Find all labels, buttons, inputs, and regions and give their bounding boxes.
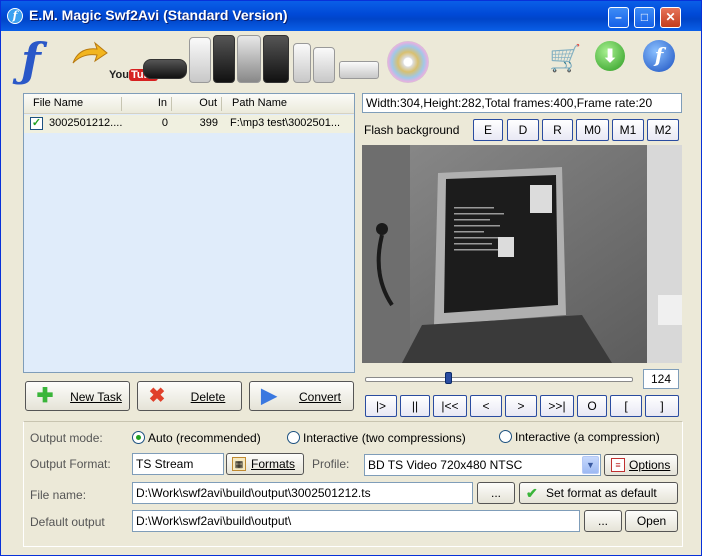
- radio-interactive-one-label[interactable]: Interactive (a compression): [515, 430, 660, 444]
- cart-icon[interactable]: 🛒: [549, 43, 581, 73]
- app-icon[interactable]: f: [7, 8, 23, 24]
- col-path-name[interactable]: Path Name: [224, 97, 354, 111]
- filename-input[interactable]: D:\Work\swf2avi\build\output\3002501212.…: [132, 482, 473, 504]
- app-window: f E.M. Magic Swf2Avi (Standard Version) …: [0, 0, 702, 556]
- flash-background-label: Flash background: [364, 123, 460, 137]
- arrow-icon: [72, 41, 108, 64]
- preview-image: [362, 145, 682, 363]
- options-icon: ≡: [611, 458, 625, 472]
- delete-button[interactable]: ✖ Delete: [137, 381, 242, 411]
- iphone-icon: [213, 35, 235, 83]
- radio-interactive-two[interactable]: [287, 431, 300, 444]
- default-output-browse-button[interactable]: ...: [584, 510, 622, 532]
- col-file-name[interactable]: File Name: [24, 97, 122, 111]
- minimize-button[interactable]: –: [608, 7, 629, 28]
- mark-in-button[interactable]: [: [610, 395, 642, 417]
- music-player-icon: [237, 35, 261, 83]
- set-format-default-button[interactable]: ✔ Set format as default: [519, 482, 678, 504]
- ipod-nano-icon: [293, 43, 311, 83]
- row-checkbox[interactable]: ✓: [30, 117, 43, 130]
- plus-icon: ✚: [36, 385, 54, 407]
- close-button[interactable]: ✕: [660, 7, 681, 28]
- first-frame-button[interactable]: |<<: [433, 395, 467, 417]
- bg-button-e[interactable]: E: [473, 119, 503, 141]
- formats-icon: ▦: [232, 457, 246, 471]
- col-in[interactable]: In: [124, 97, 172, 111]
- col-out[interactable]: Out: [174, 97, 222, 111]
- bg-button-r[interactable]: R: [542, 119, 573, 141]
- download-icon[interactable]: ⬇: [595, 41, 625, 71]
- filename-label: File name:: [30, 488, 87, 502]
- cell-in: 0: [161, 117, 168, 129]
- banner: ƒ YouTube 🛒 ⬇ f: [11, 31, 693, 91]
- delete-x-icon: ✖: [148, 385, 166, 407]
- cell-file-name: 3002501212....: [49, 117, 123, 129]
- flash-player-icon[interactable]: f: [643, 40, 675, 72]
- ipod-classic-icon: [313, 47, 335, 83]
- prev-frame-button[interactable]: <: [470, 395, 502, 417]
- next-frame-button[interactable]: >: [505, 395, 537, 417]
- maximize-button[interactable]: □: [634, 7, 655, 28]
- cell-out: 399: [199, 117, 218, 129]
- radio-auto-label[interactable]: Auto (recommended): [148, 431, 261, 445]
- ipod-icon: [189, 37, 211, 83]
- default-output-label: Default output: [30, 515, 105, 529]
- formats-button[interactable]: ▦ Formats: [226, 453, 304, 475]
- timeline-thumb[interactable]: [444, 372, 452, 384]
- window-title: E.M. Magic Swf2Avi (Standard Version): [29, 7, 288, 23]
- output-mode-label: Output mode:: [30, 431, 103, 445]
- preview-area[interactable]: [362, 145, 682, 363]
- frame-number: 124: [643, 369, 679, 389]
- output-format-field[interactable]: TS Stream: [132, 453, 224, 475]
- movie-info: Width:304,Height:282,Total frames:400,Fr…: [362, 93, 682, 113]
- mark-out-button[interactable]: ]: [645, 395, 679, 417]
- check-icon: ✔: [526, 485, 538, 501]
- pause-button[interactable]: ||: [400, 395, 430, 417]
- new-task-button[interactable]: ✚ New Task: [25, 381, 130, 411]
- bg-button-m2[interactable]: M2: [647, 119, 679, 141]
- radio-interactive-two-label[interactable]: Interactive (two compressions): [303, 431, 466, 445]
- options-button[interactable]: ≡ Options: [604, 454, 678, 476]
- radio-interactive-one[interactable]: [499, 430, 512, 443]
- output-format-label: Output Format:: [30, 457, 111, 471]
- psp-icon: [143, 59, 187, 79]
- apple-tv-icon: [339, 61, 379, 79]
- stop-button[interactable]: O: [577, 395, 607, 417]
- timeline-slider[interactable]: [365, 377, 633, 382]
- bg-button-m1[interactable]: M1: [612, 119, 644, 141]
- dvd-icon: [387, 41, 429, 83]
- play-button[interactable]: |>: [365, 395, 397, 417]
- bg-button-d[interactable]: D: [507, 119, 539, 141]
- file-list[interactable]: File Name In Out Path Name ✓ 3002501212.…: [23, 93, 355, 373]
- title-bar[interactable]: f E.M. Magic Swf2Avi (Standard Version) …: [1, 1, 701, 31]
- open-button[interactable]: Open: [625, 510, 678, 532]
- convert-button[interactable]: ▶ Convert: [249, 381, 354, 411]
- cell-path: F:\mp3 test\3002501...: [230, 117, 341, 129]
- walkman-icon: [263, 35, 289, 83]
- play-icon: ▶: [261, 385, 277, 407]
- table-row[interactable]: ✓ 3002501212.... 0 399 F:\mp3 test\30025…: [24, 115, 354, 133]
- profile-label: Profile:: [312, 457, 350, 471]
- file-list-header: File Name In Out Path Name: [24, 94, 354, 114]
- default-output-input[interactable]: D:\Work\swf2avi\build\output\: [132, 510, 580, 532]
- bg-button-m0[interactable]: M0: [576, 119, 609, 141]
- profile-select[interactable]: BD TS Video 720x480 NTSC ▼: [364, 454, 601, 476]
- filename-browse-button[interactable]: ...: [477, 482, 515, 504]
- radio-auto[interactable]: [132, 431, 145, 444]
- flash-logo-icon: ƒ: [21, 33, 41, 87]
- chevron-down-icon[interactable]: ▼: [582, 456, 599, 474]
- last-frame-button[interactable]: >>|: [540, 395, 574, 417]
